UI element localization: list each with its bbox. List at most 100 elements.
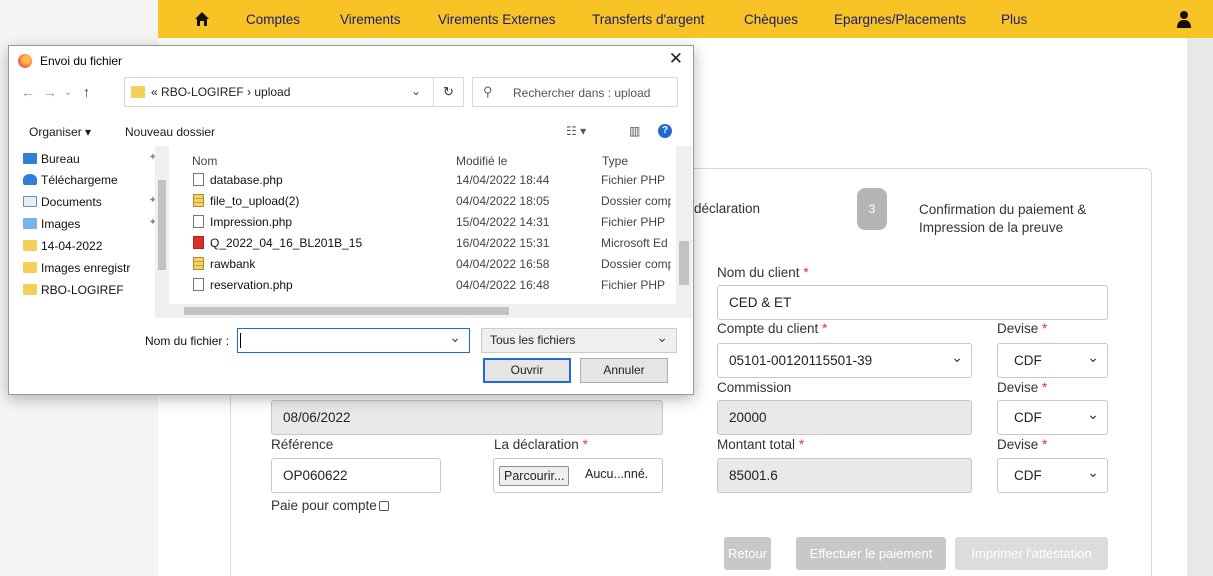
nav-item-virements-externes[interactable]: Virements Externes bbox=[438, 12, 556, 27]
column-name[interactable]: Nom bbox=[192, 154, 217, 168]
file-list-scrollbar-thumb[interactable] bbox=[679, 241, 689, 285]
pay-for-account[interactable]: Paie pour compte bbox=[271, 498, 389, 513]
step-3-subtitle: Impression de la preuve bbox=[919, 220, 1064, 235]
tree-item-downloads[interactable]: Téléchargeme bbox=[23, 173, 163, 187]
browse-button[interactable]: Parcourir... bbox=[499, 466, 570, 486]
print-certificate-button[interactable]: Imprimer l'attestation bbox=[955, 537, 1108, 570]
commission-input: 20000 bbox=[717, 400, 972, 435]
back-arrow-icon[interactable]: ← bbox=[21, 84, 35, 100]
tree-scrollbar-thumb[interactable] bbox=[158, 180, 166, 270]
user-icon[interactable] bbox=[1177, 10, 1191, 28]
client-name-input[interactable]: CED & ET bbox=[717, 285, 1108, 320]
chevron-down-icon[interactable]: ⌄ bbox=[411, 84, 421, 98]
file-name: Impression.php bbox=[210, 215, 293, 229]
commission-label: Commission bbox=[717, 380, 792, 395]
currency-select-1[interactable]: CDF bbox=[997, 343, 1108, 378]
open-button[interactable]: Ouvrir bbox=[483, 358, 571, 383]
file-name: file_to_upload(2) bbox=[210, 194, 300, 208]
search-placeholder: Rechercher dans : upload bbox=[513, 86, 651, 100]
step-3-badge: 3 bbox=[857, 188, 887, 230]
total-amount-input: 85001.6 bbox=[717, 458, 972, 493]
new-folder-button[interactable]: Nouveau dossier bbox=[125, 125, 215, 139]
file-name: Q_2022_04_16_BL201B_15 bbox=[210, 236, 363, 250]
nav-item-comptes[interactable]: Comptes bbox=[246, 12, 300, 27]
tree-item-14-04-2022[interactable]: 14-04-2022 bbox=[23, 239, 163, 253]
file-type-select[interactable]: Tous les fichiers bbox=[481, 328, 677, 353]
declaration-label: La déclaration * bbox=[494, 437, 588, 452]
declaration-file-input[interactable]: Parcourir... Aucu...nné. bbox=[493, 458, 663, 493]
file-modified: 15/04/2022 14:31 bbox=[456, 215, 550, 229]
close-icon[interactable]: ✕ bbox=[669, 49, 683, 69]
reference-input[interactable]: OP060622 bbox=[271, 458, 441, 493]
image-icon bbox=[23, 218, 37, 229]
currency-select-3[interactable]: CDF bbox=[997, 458, 1108, 493]
file-row[interactable]: Q_2022_04_16_BL201B_15 16/04/2022 15:31 … bbox=[189, 234, 675, 254]
pay-for-account-checkbox[interactable] bbox=[378, 501, 389, 511]
file-type: Microsoft Ed bbox=[601, 236, 668, 250]
file-type: Dossier comp bbox=[601, 257, 671, 271]
folder-icon bbox=[23, 284, 37, 295]
file-type: Fichier PHP bbox=[601, 173, 666, 187]
reference-label: Référence bbox=[271, 437, 334, 452]
file-upload-dialog: Envoi du fichier ✕ ← → ⌄ ↑ « RBO-LOGIREF… bbox=[8, 45, 694, 395]
column-type[interactable]: Type bbox=[602, 154, 628, 168]
folder-icon bbox=[23, 240, 37, 251]
file-name: rawbank bbox=[210, 257, 256, 271]
nav-item-cheques[interactable]: Chèques bbox=[744, 12, 798, 27]
nav-item-epargnes[interactable]: Epargnes/Placements bbox=[834, 12, 966, 27]
horizontal-scrollbar-thumb[interactable] bbox=[184, 307, 509, 315]
date-input: 08/06/2022 bbox=[271, 400, 663, 435]
pay-button[interactable]: Effectuer le paiement bbox=[796, 537, 946, 570]
up-arrow-icon[interactable]: ↑ bbox=[83, 84, 90, 100]
tree-item-rbo-logiref[interactable]: RBO-LOGIREF bbox=[23, 283, 163, 297]
tree-item-bureau[interactable]: Bureau ✦ bbox=[23, 152, 163, 166]
desktop-icon bbox=[23, 153, 37, 164]
total-amount-label: Montant total * bbox=[717, 437, 805, 452]
search-field[interactable]: ⚲ Rechercher dans : upload bbox=[472, 77, 678, 107]
filename-input[interactable] bbox=[237, 328, 470, 353]
tree-item-saved-images[interactable]: Images enregistr bbox=[23, 261, 163, 275]
home-icon[interactable] bbox=[194, 11, 210, 27]
client-account-label: Compte du client * bbox=[717, 321, 828, 336]
nav-item-virements[interactable]: Virements bbox=[340, 12, 401, 27]
back-button[interactable]: Retour bbox=[724, 537, 771, 570]
top-navigation-bar: Comptes Virements Virements Externes Tra… bbox=[158, 0, 1213, 38]
nav-item-transferts[interactable]: Transferts d'argent bbox=[592, 12, 704, 27]
nav-item-plus[interactable]: Plus bbox=[1001, 12, 1027, 27]
file-icon bbox=[193, 278, 204, 291]
right-margin bbox=[1187, 38, 1213, 576]
file-row[interactable]: database.php 14/04/2022 18:44 Fichier PH… bbox=[189, 171, 675, 191]
file-modified: 04/04/2022 18:05 bbox=[456, 194, 550, 208]
folder-icon bbox=[131, 86, 145, 98]
file-modified: 04/04/2022 16:58 bbox=[456, 257, 550, 271]
column-modified[interactable]: Modifié le bbox=[456, 154, 507, 168]
file-list-scrollbar[interactable] bbox=[676, 146, 692, 318]
currency-select-2[interactable]: CDF bbox=[997, 400, 1108, 435]
recent-chevron-icon[interactable]: ⌄ bbox=[64, 87, 72, 98]
refresh-icon[interactable]: ↻ bbox=[434, 77, 464, 107]
client-account-select[interactable]: 05101-00120115501-39 bbox=[717, 343, 972, 378]
file-modified: 16/04/2022 15:31 bbox=[456, 236, 550, 250]
preview-pane-icon[interactable]: ▥ bbox=[629, 124, 640, 138]
help-icon[interactable]: ? bbox=[658, 124, 672, 138]
text-caret bbox=[240, 333, 241, 348]
address-bar[interactable]: « RBO-LOGIREF › upload ⌄ bbox=[124, 77, 434, 107]
forward-arrow-icon[interactable]: → bbox=[43, 84, 57, 100]
currency-label-3: Devise * bbox=[997, 437, 1048, 452]
filename-label: Nom du fichier : bbox=[145, 334, 230, 348]
view-options-icon[interactable]: ☷ ▾ bbox=[566, 124, 586, 138]
organize-menu[interactable]: Organiser ▾ bbox=[29, 125, 91, 139]
address-path: « RBO-LOGIREF › upload bbox=[151, 85, 291, 99]
file-status-text: Aucu...nné. bbox=[585, 467, 649, 481]
file-row[interactable]: reservation.php 04/04/2022 16:48 Fichier… bbox=[189, 276, 675, 296]
step-2-label: déclaration bbox=[694, 201, 761, 216]
file-modified: 14/04/2022 18:44 bbox=[456, 173, 550, 187]
file-row[interactable]: rawbank 04/04/2022 16:58 Dossier comp bbox=[189, 255, 675, 275]
document-icon bbox=[23, 196, 37, 207]
tree-item-documents[interactable]: Documents ✦ bbox=[23, 195, 163, 209]
file-row[interactable]: file_to_upload(2) 04/04/2022 18:05 Dossi… bbox=[189, 192, 675, 212]
cancel-button[interactable]: Annuler bbox=[580, 358, 668, 383]
tree-item-images[interactable]: Images ✦ bbox=[23, 217, 163, 231]
pdf-icon bbox=[193, 236, 204, 249]
file-row[interactable]: Impression.php 15/04/2022 14:31 Fichier … bbox=[189, 213, 675, 233]
